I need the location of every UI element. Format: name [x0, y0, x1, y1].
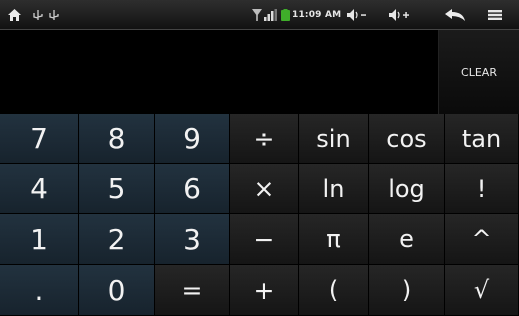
keypad: 7 8 9 ÷ sin cos tan 4 5 6 × ln log ! 1 2… [0, 114, 519, 316]
key-e[interactable]: e [369, 214, 445, 265]
wifi-icon [252, 0, 262, 30]
home-icon[interactable] [8, 0, 21, 30]
key-pi[interactable]: π [299, 214, 369, 265]
key-3[interactable]: 3 [155, 214, 230, 265]
key-1[interactable]: 1 [0, 214, 79, 265]
usb-icon [32, 0, 44, 30]
menu-icon[interactable] [488, 0, 502, 30]
key-power[interactable]: ^ [445, 214, 519, 265]
key-right-paren[interactable]: ) [369, 265, 445, 316]
key-6[interactable]: 6 [155, 164, 230, 214]
usb-debug-icon [48, 0, 60, 30]
key-sqrt[interactable]: √ [445, 265, 519, 316]
key-divide[interactable]: ÷ [230, 114, 299, 164]
key-subtract[interactable]: − [230, 214, 299, 265]
key-cos[interactable]: cos [369, 114, 445, 164]
key-decimal[interactable]: . [0, 265, 79, 316]
clock: 11:09 AM [292, 10, 342, 20]
battery-icon [281, 0, 290, 30]
key-left-paren[interactable]: ( [299, 265, 369, 316]
clear-button[interactable]: CLEAR [438, 30, 519, 114]
key-7[interactable]: 7 [0, 114, 79, 164]
back-icon[interactable] [445, 0, 465, 30]
status-bar: 11:09 AM [0, 0, 519, 30]
key-log[interactable]: log [369, 164, 445, 214]
calculator-display [0, 30, 438, 114]
volume-up-icon[interactable] [389, 0, 411, 30]
key-multiply[interactable]: × [230, 164, 299, 214]
key-add[interactable]: + [230, 265, 299, 316]
volume-down-icon[interactable] [347, 0, 367, 30]
key-9[interactable]: 9 [155, 114, 230, 164]
key-tan[interactable]: tan [445, 114, 519, 164]
key-5[interactable]: 5 [79, 164, 155, 214]
key-equals[interactable]: = [155, 265, 230, 316]
key-factorial[interactable]: ! [445, 164, 519, 214]
key-8[interactable]: 8 [79, 114, 155, 164]
key-sin[interactable]: sin [299, 114, 369, 164]
key-0[interactable]: 0 [79, 265, 155, 316]
key-ln[interactable]: ln [299, 164, 369, 214]
signal-icon [264, 0, 277, 30]
key-2[interactable]: 2 [79, 214, 155, 265]
calculator-screen: 11:09 AM CLEAR 7 8 9 ÷ sin cos tan 4 5 6… [0, 0, 519, 316]
key-4[interactable]: 4 [0, 164, 79, 214]
